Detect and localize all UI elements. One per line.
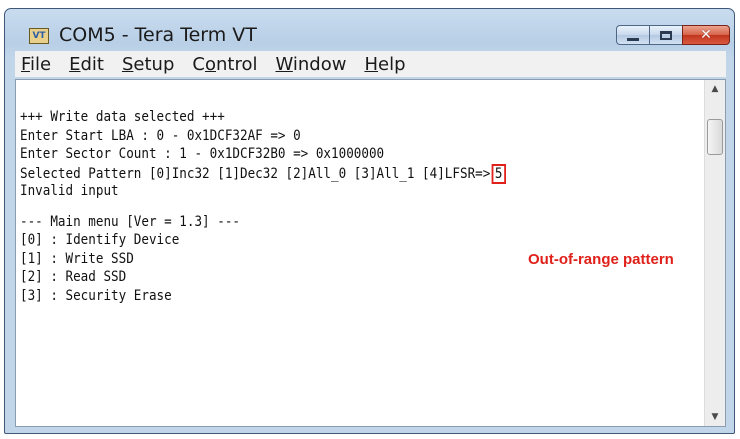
terminal-line: [0] : Identify Device [20,232,180,248]
menu-window[interactable]: Window [275,54,346,75]
minimize-button[interactable] [616,25,650,45]
menu-bar: File Edit Setup Control Window Help [15,51,726,77]
terminal-line: [3] : Security Erase [20,287,172,304]
maximize-button[interactable] [649,25,683,45]
terminal-line: [2] : Read SSD [20,269,127,285]
scroll-down-arrow-icon[interactable]: ▼ [705,408,725,426]
menu-control[interactable]: Control [192,54,257,75]
menu-setup[interactable]: Setup [122,54,174,75]
terminal-line-pattern-prompt: Selected Pattern [0]Inc32 [1]Dec32 [2]Al… [20,163,507,184]
menu-edit[interactable]: Edit [69,54,104,75]
terminal-output: +++ Write data selected +++ Enter Start … [20,108,560,305]
window-title: COM5 - Tera Term VT [59,24,257,46]
terminal-line: Enter Start LBA : 0 - 0x1DCF32AF => 0 [20,127,301,144]
vertical-scrollbar[interactable]: ▲ ▼ [704,80,725,426]
title-bar[interactable]: VT COM5 - Tera Term VT ✕ [5,9,734,51]
teraterm-window: VT COM5 - Tera Term VT ✕ File Edit Setup… [4,8,735,434]
close-button[interactable]: ✕ [682,25,730,45]
close-icon: ✕ [700,27,712,43]
scroll-thumb[interactable] [707,119,723,155]
entered-value-highlight: 5 [491,163,507,184]
menu-help[interactable]: Help [364,54,405,75]
terminal-line: Enter Sector Count : 1 - 0x1DCF32B0 => 0… [20,146,385,162]
maximize-icon [660,30,672,40]
pattern-prompt-text: Selected Pattern [0]Inc32 [1]Dec32 [2]Al… [20,165,491,182]
out-of-range-annotation: Out-of-range pattern [528,251,674,268]
terminal-line: [1] : Write SSD [20,250,134,267]
scroll-up-arrow-icon[interactable]: ▲ [705,80,725,98]
minimize-icon [627,37,639,41]
terminal-line: +++ Write data selected +++ [20,109,225,125]
terminal-line: --- Main menu [Ver = 1.3] --- [20,213,240,230]
caption-buttons: ✕ [616,25,730,47]
terminal-area[interactable]: +++ Write data selected +++ Enter Start … [15,79,726,427]
menu-file[interactable]: File [21,54,51,75]
terminal-line: Invalid input [20,183,119,199]
teraterm-app-icon[interactable]: VT [29,28,49,44]
